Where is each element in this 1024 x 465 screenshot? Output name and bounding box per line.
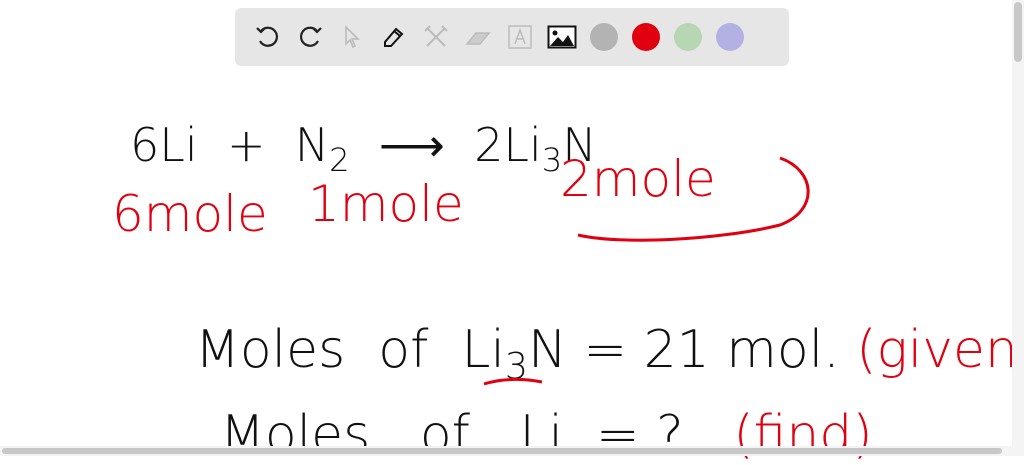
value: = 21 mol. bbox=[583, 320, 840, 380]
horizontal-scrollbar[interactable] bbox=[0, 446, 1012, 456]
color-gray[interactable] bbox=[583, 16, 625, 58]
underline-curve bbox=[577, 156, 810, 242]
subscript: 2 bbox=[329, 141, 350, 180]
moles-li: 6mole bbox=[112, 185, 268, 243]
equation: 6Li + N2 ⟶ 2Li3N bbox=[130, 118, 597, 179]
text-icon bbox=[508, 25, 532, 49]
li: Li bbox=[461, 320, 505, 380]
li: Li bbox=[519, 405, 563, 465]
moles-given-line: Moles of Li3N = 21 mol. (given) bbox=[195, 320, 1024, 387]
of: of bbox=[419, 405, 470, 465]
undo-button[interactable] bbox=[247, 16, 289, 58]
value: = ? bbox=[596, 405, 684, 465]
of: of bbox=[378, 320, 429, 380]
select-tool[interactable] bbox=[331, 16, 373, 58]
pen-tool[interactable] bbox=[373, 16, 415, 58]
moles-find-line: Moles of Li = ? (find) bbox=[220, 405, 873, 465]
eraser-tool[interactable] bbox=[457, 16, 499, 58]
drawing-toolbar bbox=[235, 8, 789, 66]
undo-icon bbox=[256, 26, 279, 47]
vertical-scrollbar[interactable] bbox=[1012, 0, 1024, 456]
eraser-icon bbox=[465, 32, 491, 45]
color-green[interactable] bbox=[667, 16, 709, 58]
note-find: (find) bbox=[733, 405, 873, 465]
coefficient: 2 bbox=[474, 118, 504, 172]
redo-icon bbox=[299, 26, 322, 47]
n: N bbox=[528, 320, 567, 380]
label: Moles bbox=[195, 320, 346, 380]
arrow: ⟶ bbox=[378, 118, 445, 172]
li3n-underline bbox=[483, 377, 543, 386]
text-tool[interactable] bbox=[499, 16, 541, 58]
vertical-scroll-thumb[interactable] bbox=[1014, 2, 1022, 62]
note-given: (given) bbox=[856, 320, 1024, 380]
label: Moles bbox=[220, 405, 371, 465]
pen-icon bbox=[384, 27, 404, 47]
reactant-li: 6Li bbox=[130, 118, 198, 172]
color-purple[interactable] bbox=[709, 16, 751, 58]
image-icon bbox=[547, 25, 577, 49]
image-tool[interactable] bbox=[541, 16, 583, 58]
select-icon bbox=[345, 25, 360, 49]
tools-icon bbox=[424, 25, 448, 47]
tools-button[interactable] bbox=[415, 16, 457, 58]
redo-button[interactable] bbox=[289, 16, 331, 58]
product-li: Li bbox=[503, 118, 542, 172]
moles-n2: 1mole bbox=[308, 175, 464, 233]
color-red[interactable] bbox=[625, 16, 667, 58]
horizontal-scroll-thumb[interactable] bbox=[2, 448, 1002, 454]
plus: + bbox=[226, 118, 266, 172]
reactant-n: N bbox=[294, 118, 330, 172]
